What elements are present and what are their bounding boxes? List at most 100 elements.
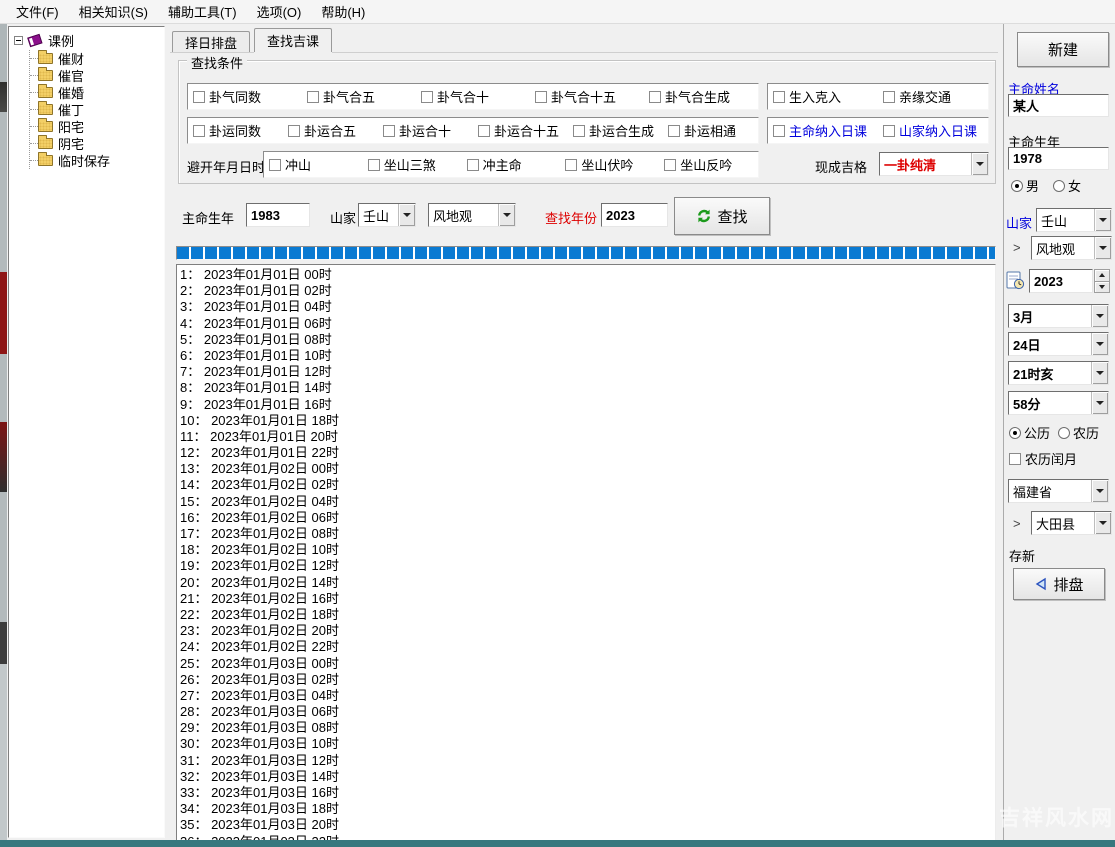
result-row[interactable]: 35： 2023年01月03日 20时 xyxy=(180,817,995,833)
tab-date-paipan[interactable]: 择日排盘 xyxy=(172,31,250,52)
sidebar-hexagram-select[interactable]: 风地观 xyxy=(1031,236,1112,260)
condition-checkbox-item[interactable]: 生入克入 xyxy=(768,87,878,106)
result-row[interactable]: 19： 2023年01月02日 12时 xyxy=(180,558,995,574)
condition-checkbox-item[interactable]: 冲山 xyxy=(264,155,363,174)
checkbox[interactable] xyxy=(478,125,490,137)
tree-item[interactable]: 催婚 xyxy=(30,84,164,101)
search-year-input[interactable] xyxy=(601,203,668,227)
chevron-down-icon[interactable] xyxy=(398,204,415,226)
result-row[interactable]: 1： 2023年01月01日 00时 xyxy=(180,267,995,283)
radio-icon[interactable] xyxy=(1011,180,1023,192)
person-name-input[interactable] xyxy=(1008,94,1109,117)
result-row[interactable]: 31： 2023年01月03日 12时 xyxy=(180,753,995,769)
chevron-down-icon[interactable] xyxy=(1091,305,1108,327)
result-row[interactable]: 33： 2023年01月03日 16时 xyxy=(180,785,995,801)
result-row[interactable]: 15： 2023年01月02日 04时 xyxy=(180,494,995,510)
chevron-down-icon[interactable] xyxy=(498,204,515,226)
checkbox[interactable] xyxy=(883,125,895,137)
result-row[interactable]: 25： 2023年01月03日 00时 xyxy=(180,656,995,672)
tree-collapse-icon[interactable] xyxy=(14,36,23,45)
condition-checkbox-item[interactable]: 卦气合十五 xyxy=(530,87,644,106)
result-row[interactable]: 32： 2023年01月03日 14时 xyxy=(180,769,995,785)
leap-month-checkbox[interactable]: 农历闰月 xyxy=(1009,449,1077,468)
condition-checkbox-item[interactable]: 坐山伏吟 xyxy=(560,155,659,174)
hour-select[interactable]: 21时亥 xyxy=(1008,361,1109,385)
condition-checkbox-item[interactable]: 主命纳入日课 xyxy=(768,121,878,140)
chevron-down-icon[interactable] xyxy=(971,153,988,175)
condition-checkbox-item[interactable]: 亲缘交通 xyxy=(878,87,988,106)
result-row[interactable]: 16： 2023年01月02日 06时 xyxy=(180,510,995,526)
menu-item[interactable]: 文件(F) xyxy=(6,0,69,24)
checkbox[interactable] xyxy=(535,91,547,103)
tab-find-lucky[interactable]: 查找吉课 xyxy=(254,28,332,52)
checkbox[interactable] xyxy=(664,159,676,171)
birth-year-input[interactable] xyxy=(246,203,310,227)
result-row[interactable]: 5： 2023年01月01日 08时 xyxy=(180,332,995,348)
chevron-down-icon[interactable] xyxy=(1094,512,1111,534)
minute-select[interactable]: 58分 xyxy=(1008,391,1109,415)
condition-checkbox-item[interactable]: 卦运合十 xyxy=(378,121,473,140)
tree-item[interactable]: 催官 xyxy=(30,67,164,84)
spin-down-icon[interactable] xyxy=(1094,281,1110,294)
chevron-down-icon[interactable] xyxy=(1091,362,1108,384)
result-row[interactable]: 2： 2023年01月01日 02时 xyxy=(180,283,995,299)
new-button[interactable]: 新建 xyxy=(1017,32,1109,67)
sidebar-mountain-select[interactable]: 壬山 xyxy=(1036,208,1112,232)
result-row[interactable]: 17： 2023年01月02日 08时 xyxy=(180,526,995,542)
checkbox[interactable] xyxy=(565,159,577,171)
chevron-down-icon[interactable] xyxy=(1091,480,1108,502)
result-row[interactable]: 9： 2023年01月01日 16时 xyxy=(180,397,995,413)
checkbox[interactable] xyxy=(307,91,319,103)
tree-root-caseli[interactable]: 课例 xyxy=(13,31,164,50)
checkbox[interactable] xyxy=(883,91,895,103)
spin-up-icon[interactable] xyxy=(1094,269,1110,281)
condition-checkbox-item[interactable]: 卦运相通 xyxy=(663,121,758,140)
radio-icon[interactable] xyxy=(1053,180,1065,192)
condition-checkbox-item[interactable]: 卦气合五 xyxy=(302,87,416,106)
checkbox[interactable] xyxy=(288,125,300,137)
condition-checkbox-item[interactable]: 卦运同数 xyxy=(188,121,283,140)
day-select[interactable]: 24日 xyxy=(1008,332,1109,356)
checkbox[interactable] xyxy=(773,125,785,137)
checkbox[interactable] xyxy=(573,125,585,137)
condition-checkbox-item[interactable]: 卦运合十五 xyxy=(473,121,568,140)
checkbox[interactable] xyxy=(193,125,205,137)
condition-checkbox-item[interactable]: 卦气合生成 xyxy=(644,87,758,106)
result-row[interactable]: 34： 2023年01月03日 18时 xyxy=(180,801,995,817)
chevron-down-icon[interactable] xyxy=(1091,392,1108,414)
result-row[interactable]: 14： 2023年01月02日 02时 xyxy=(180,477,995,493)
result-row[interactable]: 24： 2023年01月02日 22时 xyxy=(180,639,995,655)
sidebar-year-input[interactable] xyxy=(1029,269,1093,293)
result-row[interactable]: 8： 2023年01月01日 14时 xyxy=(180,380,995,396)
condition-checkbox-item[interactable]: 山家纳入日课 xyxy=(878,121,988,140)
result-row[interactable]: 12： 2023年01月01日 22时 xyxy=(180,445,995,461)
condition-checkbox-item[interactable]: 卦气同数 xyxy=(188,87,302,106)
checkbox[interactable] xyxy=(467,159,479,171)
result-row[interactable]: 23： 2023年01月02日 20时 xyxy=(180,623,995,639)
preset-pattern-select[interactable]: 一卦纯清 xyxy=(879,152,989,176)
paipan-button[interactable]: 排盘 xyxy=(1013,568,1105,600)
chevron-down-icon[interactable] xyxy=(1091,333,1108,355)
menu-item[interactable]: 帮助(H) xyxy=(311,0,375,24)
result-row[interactable]: 3： 2023年01月01日 04时 xyxy=(180,299,995,315)
chevron-down-icon[interactable] xyxy=(1094,209,1111,231)
result-row[interactable]: 22： 2023年01月02日 18时 xyxy=(180,607,995,623)
menu-item[interactable]: 相关知识(S) xyxy=(69,0,158,24)
tree-item[interactable]: 催丁 xyxy=(30,101,164,118)
tree-item[interactable]: 阴宅 xyxy=(30,135,164,152)
result-row[interactable]: 29： 2023年01月03日 08时 xyxy=(180,720,995,736)
female-radio[interactable]: 女 xyxy=(1053,176,1081,195)
county-select[interactable]: 大田县 xyxy=(1031,511,1112,535)
result-row[interactable]: 20： 2023年01月02日 14时 xyxy=(180,575,995,591)
checkbox[interactable] xyxy=(269,159,281,171)
province-select[interactable]: 福建省 xyxy=(1008,479,1109,503)
chevron-down-icon[interactable] xyxy=(1094,237,1111,259)
result-row[interactable]: 30： 2023年01月03日 10时 xyxy=(180,736,995,752)
checkbox[interactable] xyxy=(421,91,433,103)
checkbox[interactable] xyxy=(668,125,680,137)
radio-icon[interactable] xyxy=(1058,427,1070,439)
checkbox[interactable] xyxy=(1009,453,1021,465)
results-list[interactable]: 1： 2023年01月01日 00时2： 2023年01月01日 02时3： 2… xyxy=(176,264,996,841)
condition-checkbox-item[interactable]: 卦运合生成 xyxy=(568,121,663,140)
result-row[interactable]: 4： 2023年01月01日 06时 xyxy=(180,316,995,332)
